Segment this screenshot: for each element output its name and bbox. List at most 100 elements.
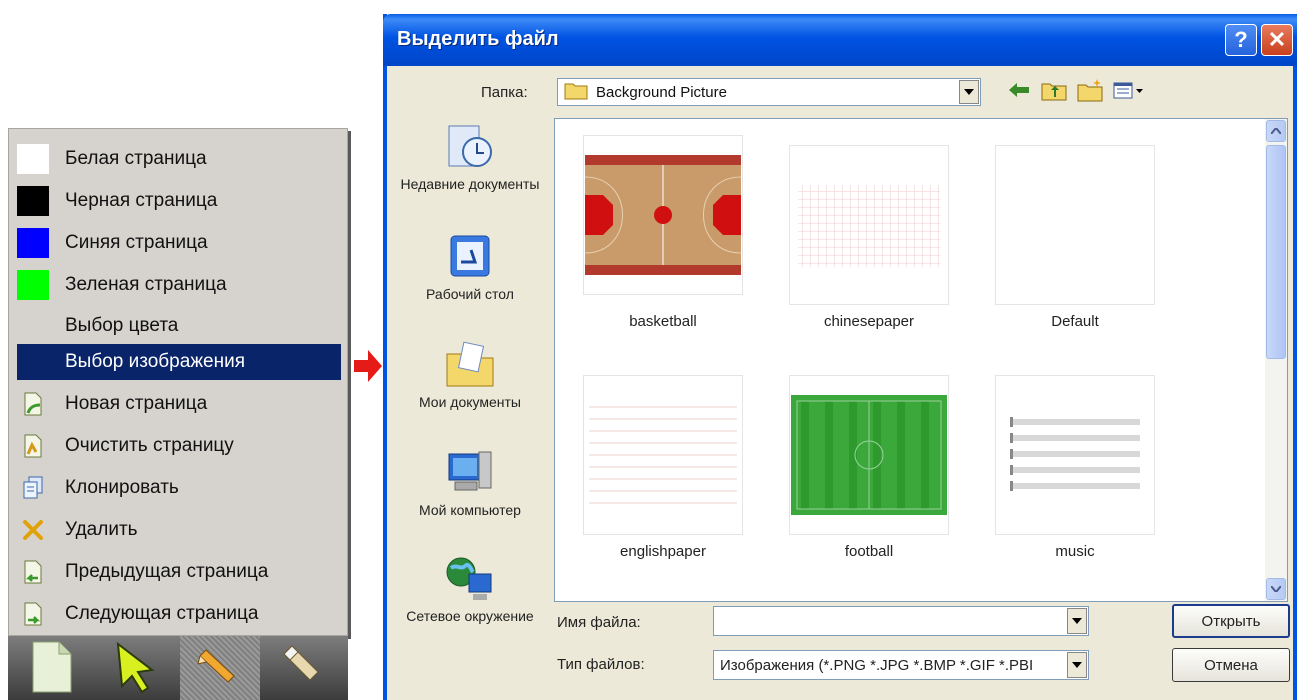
menu-item-choose-color[interactable]: Выбор цвета (17, 308, 341, 344)
menu-item-label: Черная страница (65, 190, 218, 211)
menu-item-label: Зеленая страница (65, 274, 227, 295)
bottom-toolbar (8, 636, 348, 700)
chevron-up-icon (1271, 128, 1281, 134)
page-icon (29, 638, 75, 699)
white-swatch (17, 144, 49, 174)
menu-item-label: Предыдущая страница (65, 561, 269, 582)
lined-paper-image (589, 406, 737, 504)
file-label-basketball[interactable]: basketball (583, 313, 743, 330)
menu-item-clear-page[interactable]: Очистить страницу (17, 428, 341, 464)
page-tool-button[interactable] (12, 636, 92, 700)
menu-item-label: Выбор цвета (65, 315, 179, 336)
lookin-label: Папка: (481, 84, 528, 101)
cancel-button[interactable]: Отмена (1172, 648, 1290, 682)
file-thumbnail-chinesepaper[interactable] (789, 145, 949, 305)
menu-item-clone[interactable]: Клонировать (17, 470, 341, 506)
menu-item-label: Белая страница (65, 148, 207, 169)
menu-item-choose-image[interactable]: Выбор изображения (17, 344, 341, 380)
file-label-football[interactable]: football (789, 543, 949, 560)
dialog-titlebar[interactable]: Выделить файл ? ✕ (383, 14, 1297, 66)
menu-item-delete[interactable]: Удалить (17, 512, 341, 548)
places-my-computer[interactable]: Мой компьютер (395, 448, 545, 518)
open-button[interactable]: Открыть (1172, 604, 1290, 638)
folder-icon (564, 80, 588, 105)
black-swatch (17, 186, 49, 216)
places-desktop[interactable]: Рабочий стол (395, 232, 545, 302)
help-button[interactable]: ? (1225, 24, 1257, 56)
places-network[interactable]: Сетевое окружение (395, 554, 545, 624)
basketball-court-image (585, 155, 741, 275)
my-computer-icon (395, 448, 545, 498)
pen-tool-button[interactable] (180, 636, 260, 700)
scrollbar-thumb[interactable] (1266, 145, 1286, 359)
places-my-documents[interactable]: Мои документы (395, 340, 545, 410)
file-thumbnail-default[interactable] (995, 145, 1155, 305)
clear-page-icon (17, 431, 49, 461)
dialog-title: Выделить файл (397, 28, 559, 50)
place-label: Недавние документы (400, 176, 540, 192)
filetype-combobox[interactable]: Изображения (*.PNG *.JPG *.BMP *.GIF *.P… (713, 650, 1089, 680)
filename-combobox[interactable] (713, 606, 1089, 636)
scroll-up-button[interactable] (1266, 120, 1286, 142)
chevron-down-icon[interactable] (1067, 652, 1087, 678)
file-thumbnail-music[interactable] (995, 375, 1155, 535)
menu-item-black-page[interactable]: Черная страница (17, 183, 341, 219)
next-page-icon (17, 599, 49, 629)
file-list-view[interactable]: basketball chinesepaper Default englishp… (554, 118, 1288, 602)
file-dialog: Выделить файл ? ✕ Папка: Background Pict… (383, 14, 1297, 700)
menu-item-label: Очистить страницу (65, 435, 234, 456)
menu-item-new-page[interactable]: Новая страница (17, 386, 341, 422)
new-page-icon (17, 389, 49, 419)
place-label: Мои документы (418, 394, 521, 410)
vertical-scrollbar[interactable] (1265, 119, 1287, 601)
new-folder-icon[interactable] (1077, 78, 1103, 102)
menu-item-white-page[interactable]: Белая страница (17, 141, 341, 177)
chevron-down-icon[interactable] (1067, 608, 1087, 634)
pointer-icon (108, 638, 164, 699)
filetype-value: Изображения (*.PNG *.JPG *.BMP *.GIF *.P… (720, 656, 1034, 674)
file-thumbnail-football[interactable] (789, 375, 949, 535)
eraser-icon (276, 638, 332, 699)
blue-swatch (17, 228, 49, 258)
music-staff-image (1010, 417, 1140, 491)
chevron-down-icon[interactable] (959, 80, 979, 104)
menu-item-blue-page[interactable]: Синяя страница (17, 225, 341, 261)
grid-paper-image (798, 185, 940, 267)
lookin-combobox[interactable]: Background Picture (557, 78, 981, 106)
green-swatch (17, 270, 49, 300)
file-label-default[interactable]: Default (995, 313, 1155, 330)
places-recent-documents[interactable]: Недавние документы (395, 122, 545, 192)
close-button[interactable]: ✕ (1261, 24, 1293, 56)
previous-page-icon (17, 557, 49, 587)
network-icon (395, 554, 545, 604)
clone-icon (17, 473, 49, 503)
chevron-down-icon (1271, 586, 1281, 592)
filename-label: Имя файла: (557, 614, 641, 631)
scroll-down-button[interactable] (1266, 578, 1286, 600)
file-label-chinesepaper[interactable]: chinesepaper (789, 313, 949, 330)
football-field-image (791, 395, 947, 515)
eraser-tool-button[interactable] (264, 636, 344, 700)
desktop-icon (395, 232, 545, 282)
place-label: Сетевое окружение (406, 608, 534, 624)
filetype-label: Тип файлов: (557, 656, 645, 673)
recent-documents-icon (395, 122, 545, 172)
pen-icon (192, 638, 248, 699)
file-thumbnail-englishpaper[interactable] (583, 375, 743, 535)
delete-icon (17, 515, 49, 545)
file-thumbnail-basketball[interactable] (583, 135, 743, 295)
pointer-tool-button[interactable] (96, 636, 176, 700)
menu-item-label: Синяя страница (65, 232, 208, 253)
file-label-music[interactable]: music (995, 543, 1155, 560)
red-arrow-icon (352, 348, 384, 389)
place-label: Рабочий стол (426, 286, 514, 302)
place-label: Мой компьютер (419, 502, 521, 518)
menu-item-label: Следующая страница (65, 603, 259, 624)
menu-item-green-page[interactable]: Зеленая страница (17, 267, 341, 303)
up-folder-icon[interactable] (1041, 79, 1067, 101)
file-label-englishpaper[interactable]: englishpaper (583, 543, 743, 560)
menu-item-previous-page[interactable]: Предыдущая страница (17, 554, 341, 590)
view-menu-icon[interactable] (1113, 80, 1145, 100)
back-icon[interactable] (1007, 80, 1031, 100)
menu-item-next-page[interactable]: Следующая страница (17, 596, 341, 632)
